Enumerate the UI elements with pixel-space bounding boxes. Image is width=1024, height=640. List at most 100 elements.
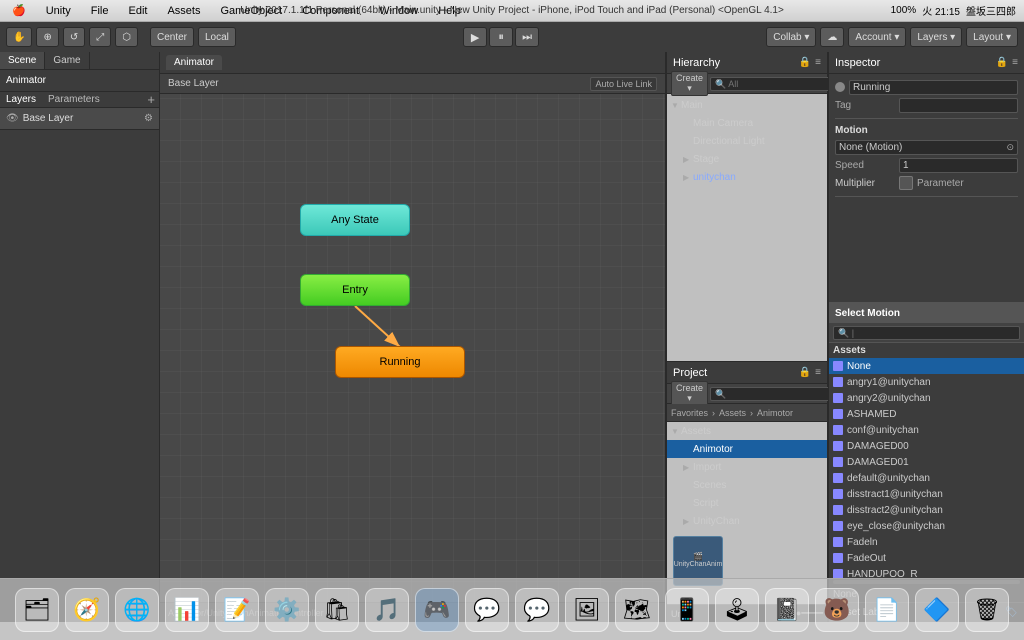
tree-item-main[interactable]: ▼ Main	[667, 96, 827, 114]
tree-item-light[interactable]: Directional Light	[667, 132, 827, 150]
dock-game[interactable]: 🕹	[715, 588, 759, 632]
coord-btn[interactable]: Local	[198, 27, 236, 47]
dock-maps[interactable]: 🗺	[615, 588, 659, 632]
dock-trash[interactable]: 🗑	[965, 588, 1009, 632]
dock-app-store[interactable]: 🛍	[315, 588, 359, 632]
dock-finder[interactable]: 🗂	[15, 588, 59, 632]
breadcrumb-favorites[interactable]: Favorites	[671, 408, 708, 418]
motion-item-angry1[interactable]: angry1@unitychan	[829, 374, 1024, 390]
dock-line[interactable]: 📱	[665, 588, 709, 632]
motion-item-angry2[interactable]: angry2@unitychan	[829, 390, 1024, 406]
hierarchy-menu-icon[interactable]: ≡	[815, 57, 821, 68]
tree-item-animotor[interactable]: Animotor	[667, 440, 827, 458]
tree-item-unitychan[interactable]: ▶ unitychan	[667, 168, 827, 186]
animator-canvas[interactable]: Any State Entry Running	[160, 94, 665, 602]
project-menu-icon[interactable]: ≡	[815, 367, 821, 378]
motion-item-fadeout[interactable]: FadeOut	[829, 550, 1024, 566]
cloud-button[interactable]: ☁	[820, 27, 844, 47]
add-layer-btn[interactable]: +	[143, 92, 159, 107]
tree-item-scenes[interactable]: Scenes	[667, 476, 827, 494]
tree-item-camera[interactable]: Main Camera	[667, 114, 827, 132]
motion-item-ashamed[interactable]: ASHAMED	[829, 406, 1024, 422]
pause-button[interactable]: ⏸	[489, 27, 513, 47]
move-tool-btn[interactable]: ⊕	[36, 27, 58, 47]
tab-layers[interactable]: Layers	[0, 92, 42, 107]
tree-item-stage[interactable]: ▶ Stage	[667, 150, 827, 168]
tab-scene[interactable]: Scene	[0, 52, 45, 69]
motion-search-input[interactable]	[833, 326, 1020, 340]
motion-item-eye-close[interactable]: eye_close@unitychan	[829, 518, 1024, 534]
tree-item-import[interactable]: ▶ Import	[667, 458, 827, 476]
rotate-tool-btn[interactable]: ↺	[63, 27, 85, 47]
settings-icon[interactable]: ⚙	[144, 113, 153, 124]
dock-vs[interactable]: 🔷	[915, 588, 959, 632]
step-button[interactable]: ⏭	[515, 27, 539, 47]
dock-evernote[interactable]: 📓	[765, 588, 809, 632]
menu-assets[interactable]: Assets	[163, 5, 204, 17]
motion-value-field[interactable]: None (Motion) ⊙	[835, 140, 1018, 155]
inspector-lock-icon[interactable]: 🔒	[996, 57, 1008, 68]
dock-chrome[interactable]: 🌐	[115, 588, 159, 632]
tab-game[interactable]: Game	[45, 52, 89, 69]
tab-parameters[interactable]: Parameters	[42, 92, 106, 107]
motion-item-handupoo-r[interactable]: HANDUPOO_R	[829, 566, 1024, 578]
state-any-state[interactable]: Any State	[300, 204, 410, 236]
dock-system-prefs[interactable]: ⚙️	[265, 588, 309, 632]
dock-unity[interactable]: 🎮	[415, 588, 459, 632]
menu-unity[interactable]: Unity	[42, 5, 75, 17]
apple-menu[interactable]: 🍎	[8, 4, 30, 17]
layers-button[interactable]: Layers ▾	[910, 27, 962, 47]
motion-item-none[interactable]: None	[829, 358, 1024, 374]
hierarchy-create-btn[interactable]: Create ▾	[671, 71, 708, 96]
state-running[interactable]: Running	[335, 346, 465, 378]
dock-chat2[interactable]: 💬	[515, 588, 559, 632]
tree-item-script[interactable]: Script	[667, 494, 827, 512]
pivot-btn[interactable]: Center	[150, 27, 194, 47]
hierarchy-search[interactable]	[710, 77, 837, 91]
animator-tab[interactable]: Animator	[166, 55, 222, 70]
motion-section-title[interactable]: Motion	[833, 123, 1020, 138]
motion-item-disstract2[interactable]: disstract2@unitychan	[829, 502, 1024, 518]
collab-button[interactable]: Collab ▾	[766, 27, 816, 47]
dock-chat1[interactable]: 💬	[465, 588, 509, 632]
motion-item-default[interactable]: default@unitychan	[829, 470, 1024, 486]
inspector-state-name-field[interactable]: Running	[849, 80, 1018, 95]
motion-item-damaged01[interactable]: DAMAGED01	[829, 454, 1024, 470]
hierarchy-lock-icon[interactable]: 🔒	[799, 57, 811, 68]
assets-section-label: Assets	[829, 343, 1024, 358]
breadcrumb-assets[interactable]: Assets	[719, 408, 746, 418]
layout-button[interactable]: Layout ▾	[966, 27, 1018, 47]
tree-item-unitychan-folder[interactable]: ▶ UnityChan	[667, 512, 827, 530]
multiplier-checkbox[interactable]	[899, 176, 913, 190]
inspector-tag-field[interactable]	[899, 98, 1018, 113]
menu-file[interactable]: File	[87, 5, 113, 17]
play-button[interactable]: ▶	[463, 27, 487, 47]
account-button[interactable]: Account ▾	[848, 27, 906, 47]
project-search[interactable]	[710, 387, 837, 401]
state-entry[interactable]: Entry	[300, 274, 410, 306]
dock-bear[interactable]: 🐻	[815, 588, 859, 632]
motion-item-fadeln[interactable]: Fadeln	[829, 534, 1024, 550]
hand-tool-btn[interactable]: ✋	[6, 27, 32, 47]
dock-excel[interactable]: 📊	[165, 588, 209, 632]
menu-edit[interactable]: Edit	[125, 5, 152, 17]
breadcrumb-animotor[interactable]: Animotor	[757, 408, 793, 418]
dock-word[interactable]: 📝	[215, 588, 259, 632]
base-layer-item[interactable]: 👁 Base Layer ⚙	[0, 108, 159, 130]
tree-item-assets[interactable]: ▼ Assets	[667, 422, 827, 440]
speed-value-field[interactable]: 1	[899, 158, 1018, 173]
dock-safari[interactable]: 🧭	[65, 588, 109, 632]
dock-music[interactable]: 🎵	[365, 588, 409, 632]
project-lock-icon[interactable]: 🔒	[799, 367, 811, 378]
dock-sublime[interactable]: 📄	[865, 588, 909, 632]
project-create-btn[interactable]: Create ▾	[671, 381, 708, 406]
auto-live-link[interactable]: Auto Live Link	[590, 77, 657, 91]
motion-item-disstract1[interactable]: disstract1@unitychan	[829, 486, 1024, 502]
motion-item-damaged00[interactable]: DAMAGED00	[829, 438, 1024, 454]
motion-icon-damaged00	[833, 441, 843, 451]
scale-tool-btn[interactable]: ⤢	[89, 27, 111, 47]
rect-tool-btn[interactable]: ⬡	[115, 27, 138, 47]
inspector-menu-icon[interactable]: ≡	[1012, 57, 1018, 68]
dock-photoshop[interactable]: 🖼	[565, 588, 609, 632]
motion-item-conf[interactable]: conf@unitychan	[829, 422, 1024, 438]
